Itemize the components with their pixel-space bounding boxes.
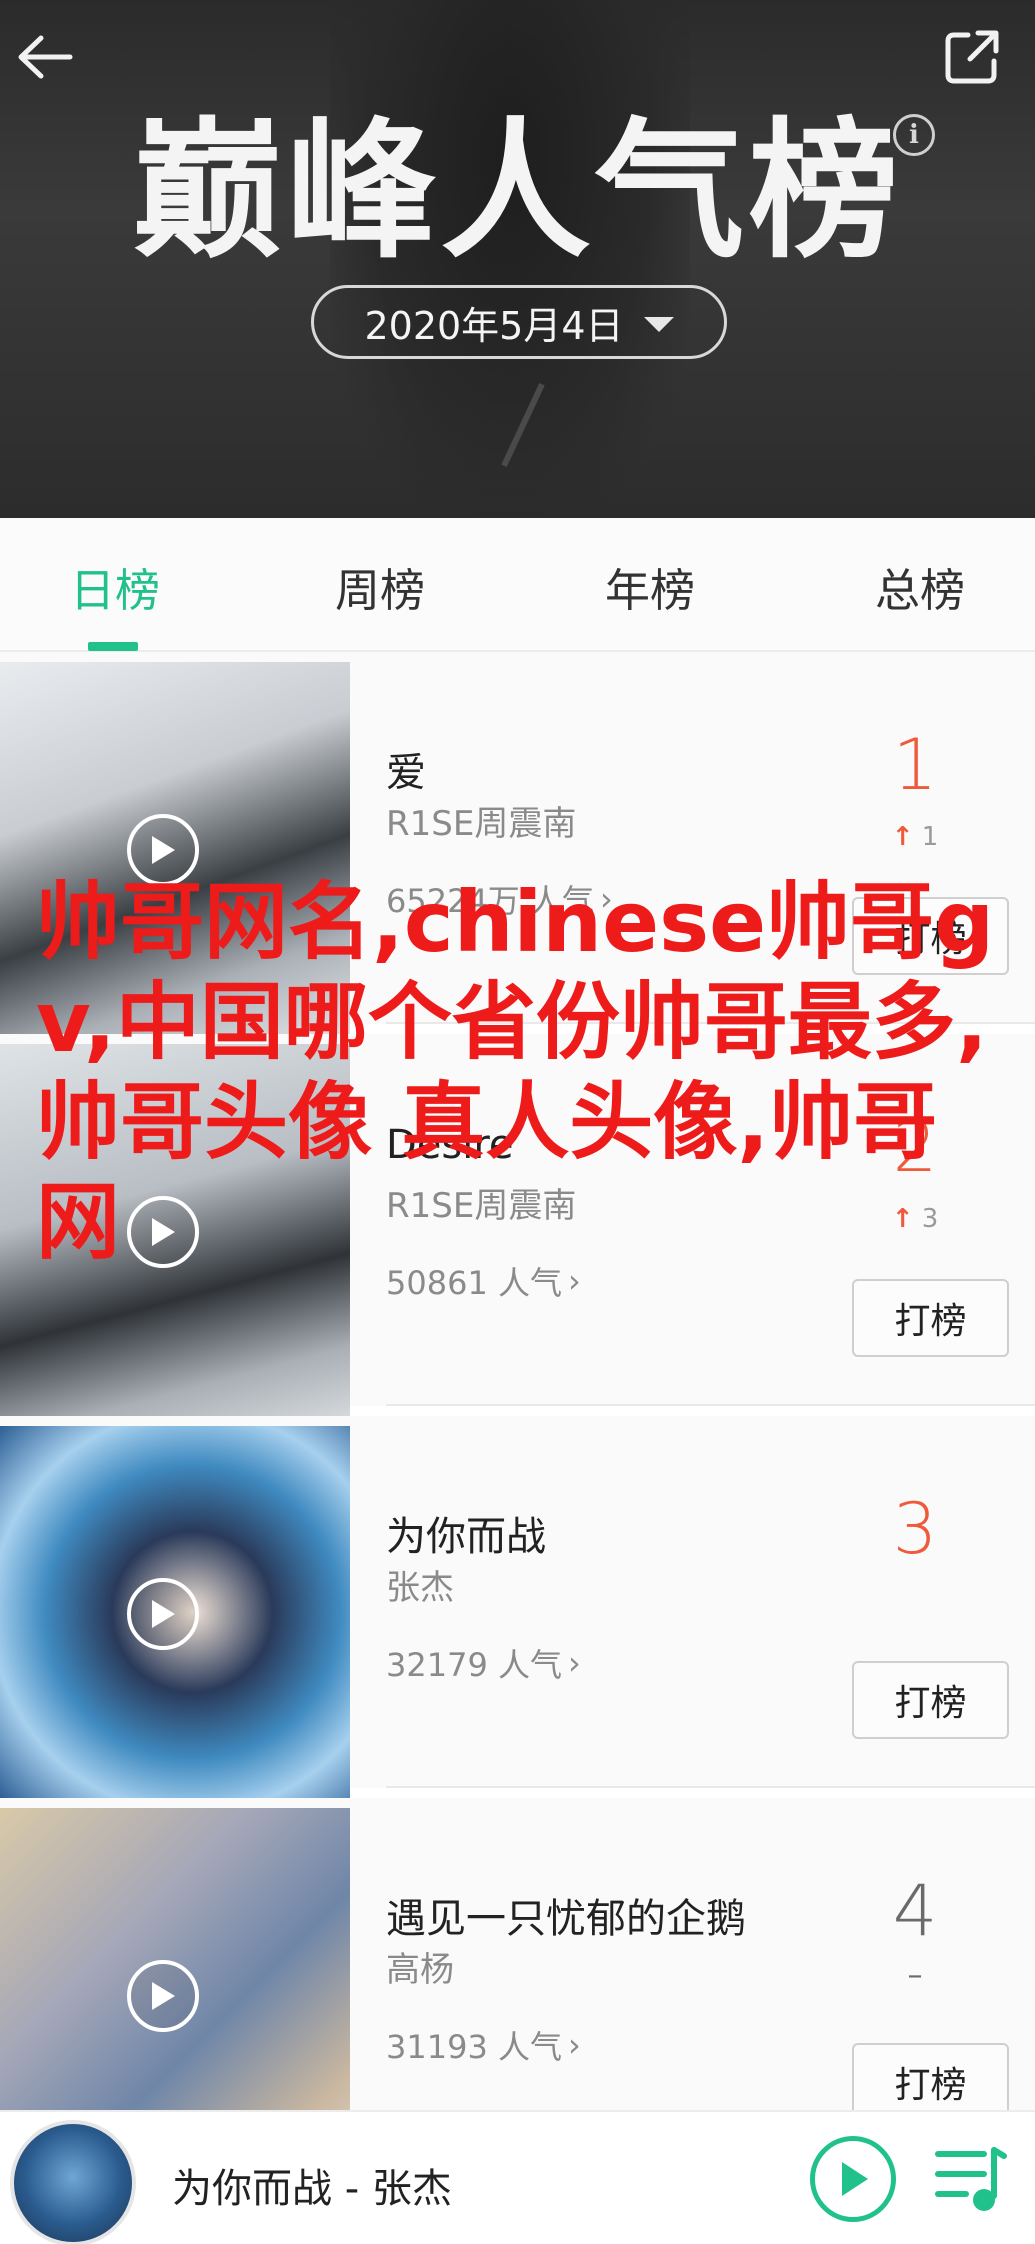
playlist-icon bbox=[935, 2147, 1007, 2211]
song-popularity-link[interactable]: 32179 人气 › bbox=[386, 1640, 581, 1686]
rank-trend: – bbox=[907, 1958, 923, 1993]
song-artist: 高杨 bbox=[386, 1950, 454, 1990]
playlist-button[interactable] bbox=[932, 2140, 1008, 2220]
rank-change: 1 bbox=[921, 822, 939, 852]
now-playing-cover[interactable] bbox=[10, 2120, 136, 2244]
rank-trend: ↑ 1 bbox=[855, 822, 975, 852]
arrow-up-icon: ↑ bbox=[891, 1204, 914, 1234]
rank-number: 2 bbox=[892, 1106, 938, 1188]
arrow-up-icon: ↑ bbox=[891, 822, 914, 852]
date-picker[interactable]: 2020年5月4日 bbox=[311, 285, 727, 359]
chart-period-tabs: 日榜 周榜 年榜 总榜 bbox=[0, 518, 1035, 652]
list-item[interactable]: 为你而战 张杰 32179 人气 › 3 打榜 bbox=[0, 1416, 1035, 1798]
active-tab-indicator bbox=[88, 642, 138, 651]
play-button[interactable] bbox=[810, 2136, 896, 2222]
tab-weekly[interactable]: 周榜 bbox=[335, 554, 425, 619]
song-popularity-link[interactable]: 65224万 人气 › bbox=[386, 876, 613, 922]
chevron-right-icon: › bbox=[567, 1644, 581, 1682]
album-cover[interactable] bbox=[0, 662, 350, 1034]
page-title: 巅峰人气榜 bbox=[132, 105, 903, 279]
song-popularity: 50861 人气 bbox=[386, 1264, 562, 1302]
mini-player: 为你而战 - 张杰 bbox=[0, 2110, 1035, 2244]
rank-trend: ↑ 3 bbox=[855, 1204, 975, 1234]
album-cover[interactable] bbox=[0, 1426, 350, 1798]
rank-change: 3 bbox=[921, 1204, 939, 1234]
song-popularity: 32179 人气 bbox=[386, 1646, 562, 1684]
song-popularity: 65224万 人气 bbox=[386, 882, 594, 920]
song-title: 为你而战 bbox=[386, 1514, 546, 1560]
divider bbox=[386, 1786, 1035, 1788]
play-icon bbox=[152, 1982, 175, 2010]
play-icon bbox=[152, 836, 175, 864]
chevron-right-icon: › bbox=[567, 1262, 581, 1300]
vote-button[interactable]: 打榜 bbox=[852, 897, 1009, 975]
song-popularity-link[interactable]: 31193 人气 › bbox=[386, 2022, 581, 2068]
chevron-down-icon bbox=[643, 316, 674, 332]
chart-header: 巅峰人气榜 i 2020年5月4日 bbox=[0, 0, 1035, 518]
song-title: 爱 bbox=[386, 750, 426, 796]
play-cover-button[interactable] bbox=[127, 1578, 199, 1650]
song-title: 遇见一只忧郁的企鹅 bbox=[386, 1896, 746, 1942]
vote-button[interactable]: 打榜 bbox=[852, 1661, 1009, 1739]
song-artist: R1SE周震南 bbox=[386, 1186, 577, 1226]
tab-all-time[interactable]: 总榜 bbox=[875, 554, 965, 619]
tab-yearly[interactable]: 年榜 bbox=[605, 554, 695, 619]
tab-daily[interactable]: 日榜 bbox=[70, 554, 160, 619]
album-cover[interactable] bbox=[0, 1044, 350, 1416]
play-cover-button[interactable] bbox=[127, 814, 199, 886]
song-popularity-link[interactable]: 50861 人气 › bbox=[386, 1258, 581, 1304]
now-playing-label[interactable]: 为你而战 - 张杰 bbox=[172, 2156, 452, 2214]
song-title: Desire bbox=[386, 1122, 514, 1168]
chevron-right-icon: › bbox=[599, 880, 613, 918]
chevron-right-icon: › bbox=[567, 2026, 581, 2064]
rank-number: 4 bbox=[892, 1870, 938, 1952]
play-icon bbox=[842, 2162, 868, 2196]
play-cover-button[interactable] bbox=[127, 1196, 199, 1268]
divider bbox=[386, 1022, 1035, 1024]
play-cover-button[interactable] bbox=[127, 1960, 199, 2032]
divider bbox=[386, 1404, 1035, 1406]
song-artist: 张杰 bbox=[386, 1568, 454, 1608]
info-icon[interactable]: i bbox=[893, 114, 935, 156]
list-item[interactable]: 爱 R1SE周震南 65224万 人气 › 1 ↑ 1 打榜 bbox=[0, 652, 1035, 1034]
song-artist: R1SE周震南 bbox=[386, 804, 577, 844]
play-icon bbox=[152, 1218, 175, 1246]
song-popularity: 31193 人气 bbox=[386, 2028, 562, 2066]
rank-number: 3 bbox=[892, 1488, 938, 1570]
play-icon bbox=[152, 1600, 175, 1628]
date-label: 2020年5月4日 bbox=[364, 303, 624, 348]
rank-number: 1 bbox=[892, 724, 938, 806]
vote-button[interactable]: 打榜 bbox=[852, 1279, 1009, 1357]
list-item[interactable]: Desire R1SE周震南 50861 人气 › 2 ↑ 3 打榜 bbox=[0, 1034, 1035, 1416]
